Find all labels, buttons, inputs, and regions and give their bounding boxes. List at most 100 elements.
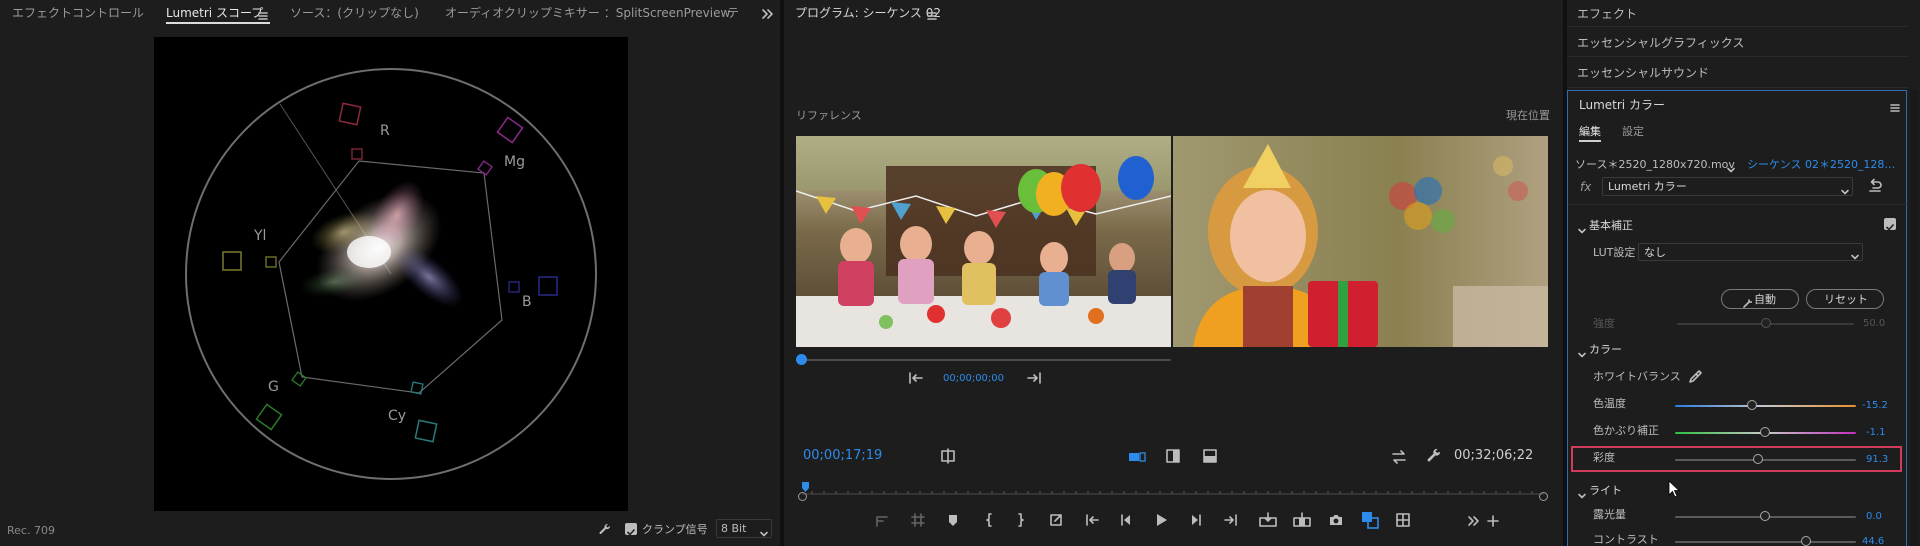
fx-badge[interactable]: fx <box>1580 180 1591 194</box>
tab-overflow-text[interactable]: テ <box>727 6 739 20</box>
program-title[interactable]: プログラム: シーケンス 02 <box>795 6 941 20</box>
more-controls-icon[interactable] <box>1466 513 1480 527</box>
extract-icon[interactable] <box>910 512 926 528</box>
add-button-icon[interactable] <box>1486 513 1500 527</box>
bit-depth-select[interactable]: 8 Bit <box>716 519 772 538</box>
mark-in-icon[interactable] <box>981 512 997 528</box>
intensity-slider-knob[interactable] <box>1761 318 1771 328</box>
target-box-g-outer <box>255 403 283 431</box>
auto-button[interactable]: 自動 <box>1721 289 1799 309</box>
scope-label-b: B <box>522 294 532 310</box>
swap-sides-icon[interactable] <box>1391 449 1407 464</box>
basic-section-title[interactable]: 基本補正 <box>1589 219 1633 233</box>
source-clip-selector[interactable]: ソース＊2520_1280x720.mov <box>1575 158 1735 172</box>
lut-chevron-down-icon <box>1850 247 1860 260</box>
eyedropper-icon[interactable] <box>1688 369 1702 383</box>
comparison-toggle-icon[interactable] <box>1361 511 1379 529</box>
basic-enable-checkbox[interactable] <box>1884 218 1896 231</box>
light-section-title[interactable]: ライト <box>1589 484 1622 498</box>
go-to-in-icon[interactable] <box>908 370 924 384</box>
go-to-in-point-icon[interactable] <box>1084 512 1100 528</box>
menu-icon[interactable] <box>926 7 938 20</box>
tab-audio-clip-mixer[interactable]: オーディオクリップミキサー ：SplitScreenPreview <box>445 6 730 20</box>
tab-overflow-chevron-icon[interactable] <box>760 6 774 20</box>
tab-lumetri-scopes[interactable]: Lumetri スコープ <box>166 6 263 20</box>
contrast-slider-track[interactable] <box>1675 541 1856 543</box>
reference-frame <box>796 136 1171 347</box>
lut-select[interactable]: なし <box>1638 243 1863 261</box>
saturation-slider-knob[interactable] <box>1753 454 1763 464</box>
saturation-slider-track[interactable] <box>1675 459 1856 461</box>
side-by-side-icon[interactable] <box>1128 449 1146 463</box>
tab-settings[interactable]: 設定 <box>1622 125 1644 139</box>
source-chevron-icon[interactable] <box>1726 160 1736 173</box>
vectorscope: R Mg B Cy G Yl <box>154 37 628 511</box>
add-marker-icon[interactable] <box>945 512 961 528</box>
collapsed-panel-effects[interactable]: エフェクト <box>1567 0 1908 27</box>
clamp-checkbox[interactable] <box>625 523 637 536</box>
effect-select[interactable]: Lumetri カラー <box>1602 177 1853 196</box>
reference-playhead[interactable] <box>796 354 807 365</box>
vertical-split-icon[interactable] <box>1165 448 1181 464</box>
timeline-start-handle[interactable] <box>798 492 807 501</box>
go-to-out-point-icon[interactable] <box>1223 512 1239 528</box>
temperature-slider-knob[interactable] <box>1747 400 1757 410</box>
reset-button[interactable]: リセット <box>1806 289 1884 309</box>
contrast-slider-knob[interactable] <box>1801 536 1811 546</box>
scope-label-cy: Cy <box>388 408 407 424</box>
reference-label: リファレンス <box>796 109 862 122</box>
lut-label: LUT設定 <box>1593 246 1636 259</box>
tint-slider-knob[interactable] <box>1760 427 1770 437</box>
timeline-end-handle[interactable] <box>1539 492 1548 501</box>
lumetri-menu-icon[interactable] <box>1889 99 1901 112</box>
tint-value[interactable]: -1.1 <box>1866 426 1886 440</box>
tab-effect-controls[interactable]: エフェクトコントロール <box>12 6 144 20</box>
comparison-view-icon[interactable] <box>940 448 956 464</box>
insert-icon[interactable] <box>1259 512 1277 528</box>
go-to-out-icon[interactable] <box>1026 370 1042 384</box>
lumetri-title: Lumetri カラー <box>1579 98 1665 112</box>
contrast-value[interactable]: 44.6 <box>1862 535 1884 546</box>
transport-bar <box>874 510 1554 530</box>
playhead-timecode[interactable]: 00;00;17;19 <box>803 449 882 463</box>
reset-effect-icon[interactable] <box>1867 178 1883 194</box>
intensity-value[interactable]: 50.0 <box>1863 317 1885 331</box>
step-forward-icon[interactable] <box>1188 512 1204 528</box>
exposure-slider-knob[interactable] <box>1760 511 1770 521</box>
collapsed-panel-essential-graphics[interactable]: エッセンシャルグラフィックス <box>1567 28 1908 57</box>
timeline-ruler[interactable] <box>802 482 1544 498</box>
target-box-b-outer <box>538 276 558 296</box>
reference-scrubber-track[interactable] <box>796 359 1171 361</box>
scope-label-yl: Yl <box>254 228 267 244</box>
tab-source[interactable]: ソース：(クリップなし) <box>290 6 419 20</box>
wrench-icon[interactable] <box>598 522 612 536</box>
exposure-value[interactable]: 0.0 <box>1866 510 1882 524</box>
settings-wrench-icon[interactable] <box>1426 448 1442 464</box>
play-icon[interactable] <box>1152 511 1170 529</box>
sequence-clip-label[interactable]: シーケンス 02＊2520_128… <box>1747 158 1895 172</box>
export-frame-icon[interactable] <box>1048 512 1064 528</box>
horizontal-split-icon[interactable] <box>1202 448 1218 464</box>
temperature-slider-track[interactable] <box>1675 405 1856 407</box>
mark-out-icon[interactable] <box>1013 512 1029 528</box>
tab-menu-icon[interactable] <box>257 7 269 20</box>
multi-camera-icon[interactable] <box>1395 512 1411 528</box>
target-box-r-outer <box>338 102 362 126</box>
camera-icon[interactable] <box>1328 512 1344 528</box>
basic-chevron-icon[interactable] <box>1577 221 1587 234</box>
step-back-icon[interactable] <box>1118 512 1134 528</box>
color-section-title[interactable]: カラー <box>1589 343 1622 357</box>
reference-timecode[interactable]: 00;00;00;00 <box>943 372 1004 386</box>
current-label: 現在位置 <box>1506 109 1550 122</box>
tab-edit[interactable]: 編集 <box>1579 125 1601 139</box>
right-panel-scrollbar[interactable] <box>1910 90 1918 546</box>
overwrite-icon[interactable] <box>1293 512 1311 528</box>
clamp-label: クランプ信号 <box>642 523 708 536</box>
tab-edit-underline <box>1579 140 1601 142</box>
collapsed-panel-essential-sound[interactable]: エッセンシャルサウンド <box>1567 58 1908 88</box>
light-chevron-icon[interactable] <box>1577 486 1587 499</box>
temperature-value[interactable]: -15.2 <box>1862 399 1888 413</box>
color-chevron-icon[interactable] <box>1577 345 1587 358</box>
saturation-value[interactable]: 91.3 <box>1866 453 1888 467</box>
lift-icon[interactable] <box>874 512 890 528</box>
